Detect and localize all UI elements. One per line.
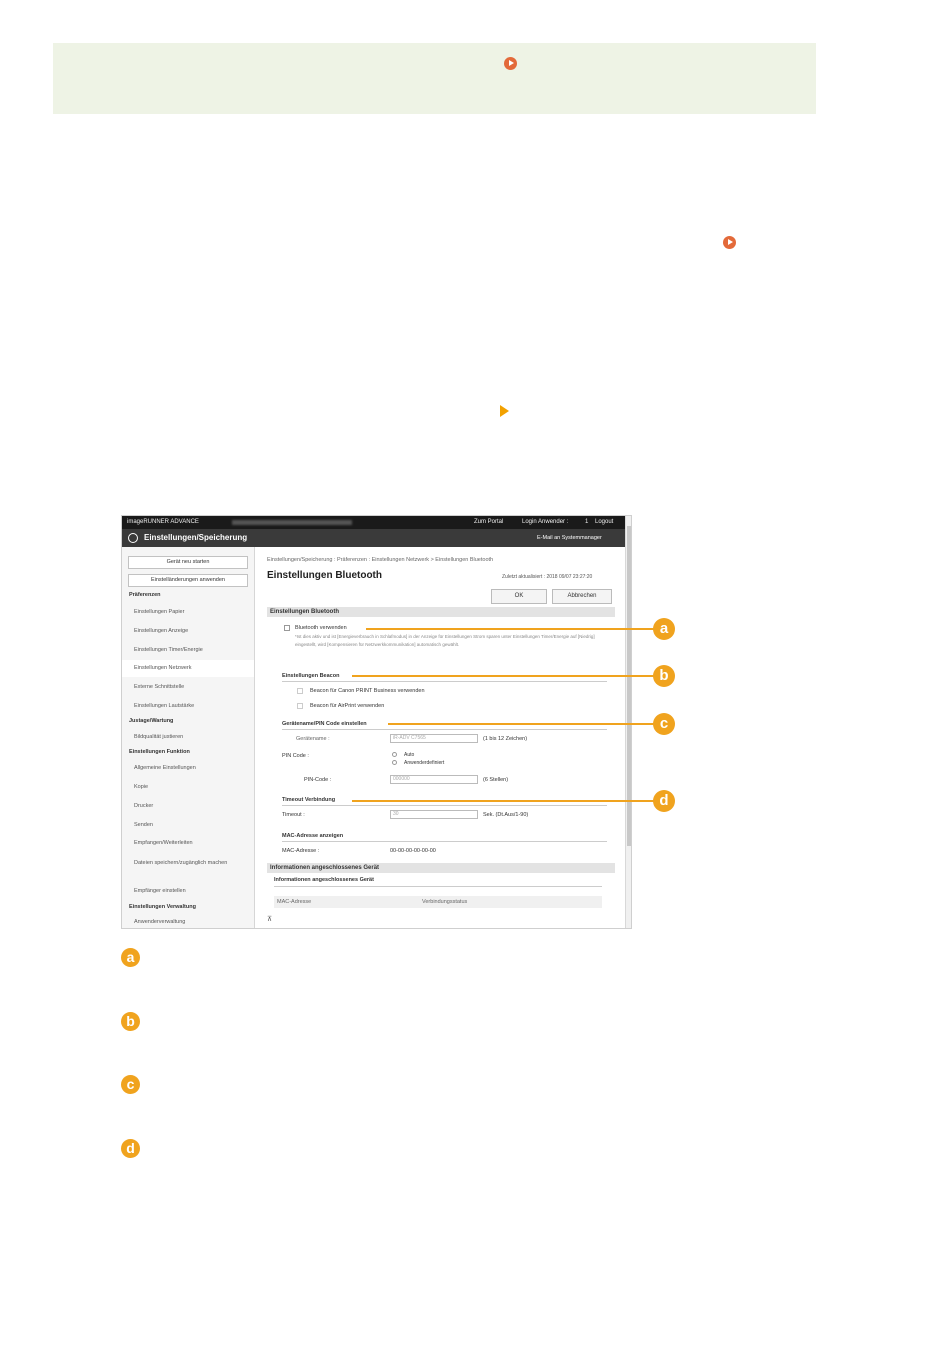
timeout-label: Timeout : xyxy=(282,812,305,818)
divider xyxy=(282,841,607,842)
pin-code-label: PIN Code : xyxy=(282,753,309,759)
sidebar-item[interactable]: Senden xyxy=(134,822,265,828)
scroll-top-icon[interactable]: ⊼ xyxy=(267,915,272,923)
legend-marker-b: b xyxy=(121,1012,140,1031)
legend-marker-a: a xyxy=(121,948,140,967)
sidebar-heading-adjust: Justage/Wartung xyxy=(129,718,174,724)
divider xyxy=(274,886,602,887)
sidebar-item[interactable]: Einstellungen Timer/Energie xyxy=(134,647,265,653)
divider xyxy=(282,729,607,730)
blurred-device-name xyxy=(232,520,352,525)
timeout-hint: Sek. (Dt.Aus/1-90) xyxy=(483,812,529,818)
step-arrow-icon xyxy=(500,405,509,417)
sidebar-item[interactable]: Allgemeine Einstellungen xyxy=(134,765,265,771)
device-name-label: Gerätename : xyxy=(296,736,330,742)
link-arrow-icon[interactable] xyxy=(723,236,736,249)
pin-user-radio[interactable] xyxy=(392,760,397,765)
title-bar: Einstellungen/Speicherung E-Mail an Syst… xyxy=(122,529,625,547)
legend-marker-d: d xyxy=(121,1139,140,1158)
sidebar-item[interactable]: Dateien speichern/zugänglich machen xyxy=(134,858,234,868)
col-mac-address: MAC-Adresse xyxy=(277,899,312,905)
sidebar-item[interactable]: Externe Schnittstelle xyxy=(134,684,265,690)
page-title: Einstellungen Bluetooth xyxy=(267,570,382,581)
brand-label: imageRUNNER ADVANCE xyxy=(127,519,199,525)
pin-user-label: Anwenderdefiniert xyxy=(404,760,445,766)
section-connected-device: Informationen angeschlossenes Gerät xyxy=(267,863,615,873)
pincode-input[interactable]: 000000 xyxy=(390,775,478,784)
pin-auto-label: Auto xyxy=(404,752,415,758)
pin-auto-radio[interactable] xyxy=(392,752,397,757)
sidebar-item[interactable]: Bildqualität justieren xyxy=(134,734,265,740)
sidebar-heading-prefs: Präferenzen xyxy=(129,592,161,598)
sidebar-heading-mgmt: Einstellungen Verwaltung xyxy=(129,904,196,910)
pincode-label: PIN-Code : xyxy=(304,777,332,783)
breadcrumb: Einstellungen/Speicherung : Präferenzen … xyxy=(267,557,494,563)
portal-link[interactable]: Zum Portal xyxy=(474,516,503,529)
sidebar-item[interactable]: Empfänger einstellen xyxy=(134,888,265,894)
sidebar-item[interactable]: Einstellungen Lautstärke xyxy=(134,703,265,709)
use-bluetooth-label: Bluetooth verwenden xyxy=(295,625,347,631)
sidebar: Gerät neu starten Einstelländerungen anw… xyxy=(122,547,255,928)
login-user-number: 1 xyxy=(585,519,589,525)
sidebar-item[interactable]: Einstellungen Anzeige xyxy=(134,628,265,634)
link-arrow-icon[interactable] xyxy=(504,57,517,70)
beacon-airprint-label: Beacon für AirPrint verwenden xyxy=(310,703,385,709)
ok-button[interactable]: OK xyxy=(491,589,547,604)
col-connection-status: Verbindungsstatus xyxy=(422,899,468,905)
last-updated: Zuletzt aktualisiert : 2018 09/07 23:27:… xyxy=(502,574,593,580)
login-user-label: Login Anwender : xyxy=(522,519,569,525)
callout-c: c xyxy=(653,713,675,735)
page-header-title: Einstellungen/Speicherung xyxy=(144,533,248,542)
timeout-input[interactable]: 30 xyxy=(390,810,478,819)
divider xyxy=(282,681,607,682)
settings-gear-icon xyxy=(128,533,138,543)
section-timeout: Timeout Verbindung xyxy=(282,797,336,803)
scrollbar-thumb[interactable] xyxy=(627,526,631,846)
section-mac: MAC-Adresse anzeigen xyxy=(282,833,344,839)
note-box xyxy=(53,43,816,114)
main-content: Einstellungen/Speicherung : Präferenzen … xyxy=(262,547,622,928)
section-beacon: Einstellungen Beacon xyxy=(282,673,340,679)
callout-line-c xyxy=(388,723,654,725)
callout-a: a xyxy=(653,618,675,640)
legend-marker-c: c xyxy=(121,1075,140,1094)
settings-screenshot: imageRUNNER ADVANCE Zum Portal Login Anw… xyxy=(121,515,632,929)
callout-d: d xyxy=(653,790,675,812)
bluetooth-note: *Ist dies aktiv und ist [Energieverbrauc… xyxy=(295,634,595,647)
bluetooth-checkbox[interactable] xyxy=(284,625,290,631)
callout-line-b xyxy=(352,675,654,677)
sidebar-item[interactable]: Drucker xyxy=(134,803,265,809)
mac-label: MAC-Adresse : xyxy=(282,848,320,854)
connected-device-subheading: Informationen angeschlossenes Gerät xyxy=(274,877,374,883)
sidebar-item[interactable]: Empfangen/Weiterleiten xyxy=(134,840,265,846)
device-name-hint: (1 bis 12 Zeichen) xyxy=(483,736,528,742)
device-name-input[interactable]: iR-ADV C7565 xyxy=(390,734,478,743)
mac-value: 00-00-00-00-00-00 xyxy=(390,848,436,854)
section-bluetooth: Einstellungen Bluetooth xyxy=(267,607,615,617)
sidebar-item[interactable]: Kopie xyxy=(134,784,265,790)
sidebar-item[interactable]: Anwenderverwaltung xyxy=(134,919,265,925)
section-device-name: Gerätename/PIN Code einstellen xyxy=(282,721,367,727)
top-bar: imageRUNNER ADVANCE Zum Portal Login Anw… xyxy=(122,516,625,529)
pincode-hint: (6 Stellen) xyxy=(483,777,509,783)
sidebar-item-network[interactable]: Einstellungen Netzwerk xyxy=(134,665,265,671)
restart-device-button[interactable]: Gerät neu starten xyxy=(128,556,248,569)
callout-line-d xyxy=(352,800,654,802)
sidebar-item[interactable]: Einstellungen Papier xyxy=(134,609,265,615)
email-admin-link[interactable]: E-Mail an Systemmanager xyxy=(537,529,602,547)
beacon-canon-label: Beacon für Canon PRINT Business verwende… xyxy=(310,688,425,694)
beacon-airprint-checkbox[interactable] xyxy=(297,703,303,709)
logout-link[interactable]: Logout xyxy=(595,516,613,529)
callout-b: b xyxy=(653,665,675,687)
callout-line-a xyxy=(366,628,654,630)
cancel-button[interactable]: Abbrechen xyxy=(552,589,612,604)
sidebar-heading-functions: Einstellungen Funktion xyxy=(129,749,190,755)
beacon-canon-checkbox[interactable] xyxy=(297,688,303,694)
divider xyxy=(282,805,607,806)
apply-changes-button[interactable]: Einstelländerungen anwenden xyxy=(128,574,248,587)
